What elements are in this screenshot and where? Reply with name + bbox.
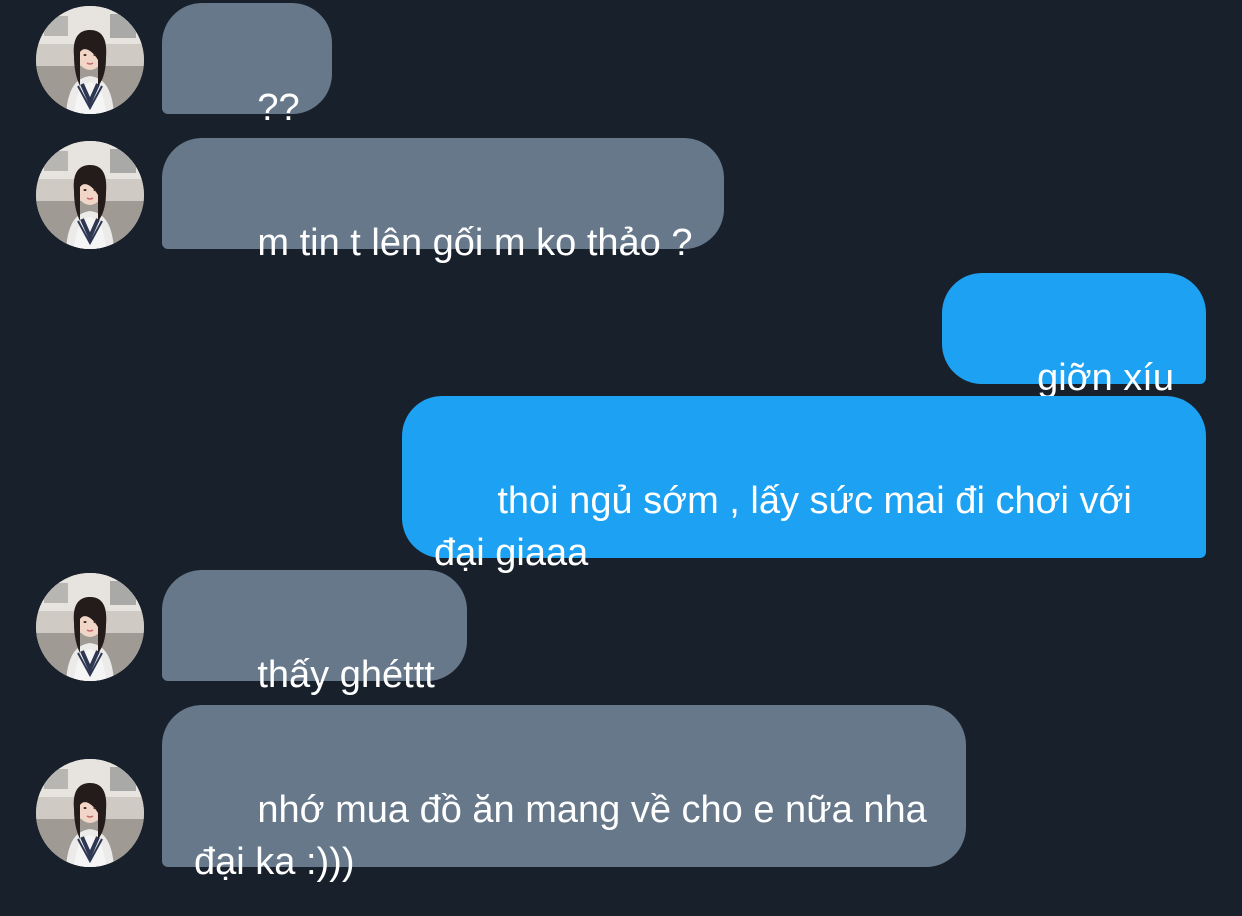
incoming-message-bubble[interactable]: m tin t lên gối m ko thảo ? bbox=[162, 138, 725, 264]
avatar-image bbox=[36, 573, 144, 681]
contact-avatar[interactable] bbox=[36, 759, 144, 867]
message-text: giỡn xíu bbox=[1037, 357, 1174, 399]
incoming-message-bubble[interactable]: thấy ghéttt bbox=[162, 570, 467, 696]
avatar-image bbox=[36, 141, 144, 249]
contact-avatar[interactable] bbox=[36, 141, 144, 249]
outgoing-message-bubble[interactable]: thoi ngủ sớm , lấy sức mai đi chơi với đ… bbox=[402, 396, 1206, 574]
contact-avatar[interactable] bbox=[36, 6, 144, 114]
conversation-thread: ?? m tin t lên gối m ko thảo ? giỡn xíu … bbox=[0, 0, 1242, 916]
message-text: thấy ghéttt bbox=[257, 654, 435, 696]
message-text: m tin t lên gối m ko thảo ? bbox=[257, 222, 693, 264]
incoming-message-bubble[interactable]: ?? bbox=[162, 3, 332, 129]
avatar-image bbox=[36, 759, 144, 867]
message-text: nhớ mua đồ ăn mang về cho e nữa nha đại … bbox=[194, 789, 938, 883]
incoming-message-bubble[interactable]: nhớ mua đồ ăn mang về cho e nữa nha đại … bbox=[162, 705, 966, 883]
avatar-image bbox=[36, 6, 144, 114]
message-text: ?? bbox=[257, 87, 300, 129]
outgoing-message-bubble[interactable]: giỡn xíu bbox=[941, 273, 1206, 399]
message-text: thoi ngủ sớm , lấy sức mai đi chơi với đ… bbox=[434, 480, 1143, 574]
contact-avatar[interactable] bbox=[36, 573, 144, 681]
